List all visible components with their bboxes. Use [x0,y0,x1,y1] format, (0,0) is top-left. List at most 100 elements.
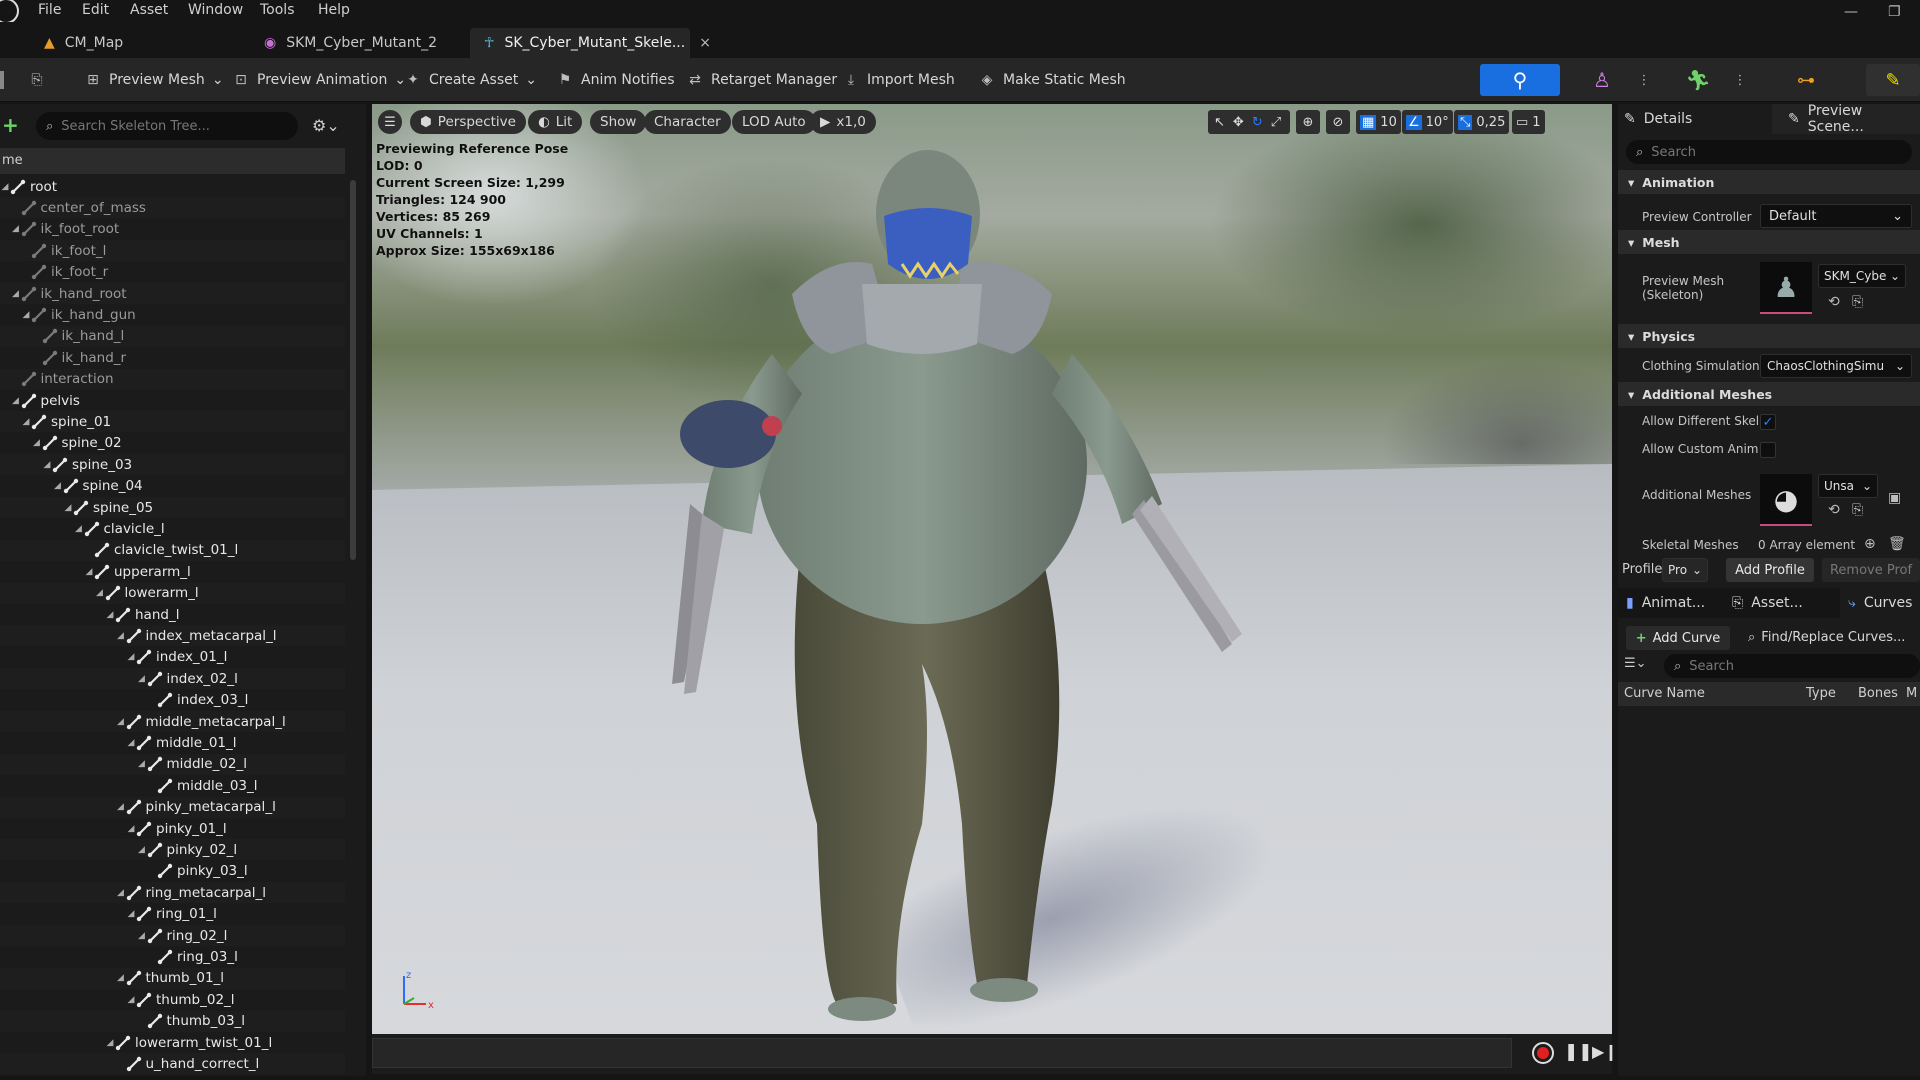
mesh-mode-button[interactable]: ♙ [1580,64,1624,96]
move-icon[interactable]: ✥ [1233,115,1244,130]
lit-button[interactable]: ◐ Lit [528,110,583,134]
expand-arrow-icon[interactable]: ◢ [116,631,126,641]
rotate-icon[interactable]: ↻ [1252,115,1263,130]
profile-dropdown[interactable]: Pro ⌄ [1662,558,1708,582]
expand-arrow-icon[interactable]: ◢ [95,588,105,598]
tab-skm-cyber-mutant[interactable]: ◉ SKM_Cyber_Mutant_2 [250,28,453,58]
bone-row[interactable]: ◢ ik_hand_root [0,283,345,304]
bone-row[interactable]: ◢ root [0,176,345,197]
browse-icon[interactable]: ⎘ [28,68,46,92]
expand-arrow-icon[interactable]: ◢ [74,524,84,534]
expand-arrow-icon[interactable]: ◢ [11,396,21,406]
bone-row[interactable]: ◢ hand_l [0,604,345,625]
bone-row[interactable]: ◢ index_02_l [0,668,345,690]
surface-snap-icon[interactable]: ⊘ [1326,110,1350,134]
category-mesh[interactable]: ▾ Mesh [1618,230,1920,254]
expand-arrow-icon[interactable]: ◢ [0,182,10,192]
perspective-button[interactable]: ⬢ Perspective [410,110,526,134]
tab-asset-details[interactable]: ⎘ Asset... [1732,588,1803,618]
preview-viewport[interactable]: ☰ ⬢ Perspective ◐ Lit Show Character LOD A… [372,104,1612,1034]
category-physics[interactable]: ▾ Physics [1618,324,1920,348]
use-selected-icon[interactable]: ⟲ [1828,502,1840,518]
add-element-icon[interactable]: ⊕ [1864,536,1876,552]
timeline-track[interactable] [372,1038,1512,1068]
show-button[interactable]: Show [590,110,647,134]
expand-arrow-icon[interactable]: ◢ [84,567,94,577]
bone-row[interactable]: ◢ spine_02 [0,433,345,454]
expand-arrow-icon[interactable]: ◢ [105,610,115,620]
animation-mode-options-icon[interactable]: ⋮ [1730,64,1750,96]
tab-skeleton[interactable]: ☥ SK_Cyber_Mutant_Skele... × [470,28,711,58]
pause-icon[interactable]: ❚❚ [1564,1042,1593,1062]
coord-space-icon[interactable]: ⊕ [1296,110,1320,134]
menu-edit[interactable]: Edit [82,2,109,18]
bone-row[interactable]: middle_03_l [0,775,345,796]
minimize-icon[interactable]: — [1844,4,1858,20]
skeleton-mode-button[interactable]: ⚲ [1480,64,1560,96]
bone-row[interactable]: thumb_03_l [0,1010,345,1032]
expand-arrow-icon[interactable]: ◢ [116,973,126,983]
bone-row[interactable]: ◢ ring_01_l [0,904,345,925]
unreal-logo-icon[interactable] [0,0,19,22]
bone-row[interactable]: ◢ middle_01_l [0,732,345,753]
mesh-mode-options-icon[interactable]: ⋮ [1634,64,1654,96]
tab-curves[interactable]: ⤷ Curves [1848,588,1912,618]
details-search[interactable]: ⌕ Search [1626,140,1912,164]
bone-row[interactable]: ◢ pinky_01_l [0,818,345,839]
tab-animation-curves[interactable]: ▮ Animat... [1626,588,1705,618]
anim-notifies-button[interactable]: ⚑ Anim Notifies [556,68,675,92]
scale-snap-button[interactable]: ⤡ 0,25 [1454,110,1510,134]
restore-icon[interactable]: ❐ [1888,4,1901,20]
bone-row[interactable]: ◢ middle_02_l [0,753,345,775]
character-button[interactable]: Character [644,110,731,134]
bone-row[interactable]: center_of_mass [0,197,345,219]
category-additional-meshes[interactable]: ▾ Additional Meshes [1618,382,1920,406]
clothing-simulation-dropdown[interactable]: ChaosClothingSimu ⌄ [1760,354,1912,378]
tab-details[interactable]: ✎ Details [1624,104,1692,134]
allow-custom-anim-checkbox[interactable] [1760,442,1776,458]
add-curve-button[interactable]: + Add Curve [1626,626,1730,650]
camera-speed-button[interactable]: ▭ 1 [1512,110,1545,134]
preview-mesh-button[interactable]: ⊞ Preview Mesh ⌄ [84,68,223,92]
lod-button[interactable]: LOD Auto [732,110,816,134]
expand-arrow-icon[interactable]: ◢ [126,652,136,662]
expand-arrow-icon[interactable]: ◢ [63,503,73,513]
expand-arrow-icon[interactable]: ◢ [137,845,147,855]
allow-different-skeletons-checkbox[interactable]: ✓ [1760,414,1776,430]
expand-arrow-icon[interactable]: ◢ [32,438,42,448]
column-m[interactable]: M [1906,686,1917,701]
remove-profile-button[interactable]: Remove Prof [1822,558,1920,582]
play-speed-button[interactable]: ▶ x1,0 [810,110,876,134]
bone-row[interactable]: ◢ middle_metacarpal_l [0,711,345,732]
grid-snap-button[interactable]: ▦ 10 [1356,110,1401,134]
additional-meshes-dropdown[interactable]: Unsa ⌄ [1818,474,1878,498]
preview-controller-dropdown[interactable]: Default ⌄ [1760,204,1912,228]
bone-row[interactable]: ◢ spine_01 [0,411,345,433]
expand-arrow-icon[interactable]: ◢ [11,289,21,299]
character-mesh[interactable] [632,104,1252,1024]
use-selected-icon[interactable]: ⟲ [1828,294,1840,310]
step-forward-icon[interactable]: ▶❙ [1592,1042,1618,1061]
expand-arrow-icon[interactable]: ◢ [126,738,136,748]
expand-arrow-icon[interactable]: ◢ [126,824,136,834]
bone-row[interactable]: ◢ ring_metacarpal_l [0,882,345,904]
bone-row[interactable]: ◢ clavicle_l [0,518,345,539]
bone-row[interactable]: ◢ pelvis [0,390,345,411]
column-curve-name[interactable]: Curve Name [1624,686,1705,701]
bone-row[interactable]: ◢ ik_hand_gun [0,304,345,325]
curves-search[interactable]: ⌕ Search [1664,654,1920,678]
expand-arrow-icon[interactable]: ◢ [137,674,147,684]
filter-icon[interactable]: ☰⌄ [1624,656,1647,671]
preview-mesh-dropdown[interactable]: SKM_Cybe ⌄ [1818,264,1906,288]
save-icon[interactable] [0,68,4,92]
save-icon[interactable]: ▣ [1888,490,1901,506]
tab-cm-map[interactable]: ▲ CM_Map [30,28,139,58]
make-static-mesh-button[interactable]: ◈ Make Static Mesh [978,68,1126,92]
bone-row[interactable]: u_hand_correct_l [0,1053,345,1075]
bone-row[interactable]: ik_foot_l [0,240,345,262]
skeleton-tree-search[interactable]: ⌕ Search Skeleton Tree... [36,112,298,140]
record-button[interactable] [1532,1042,1554,1064]
settings-gear-icon[interactable]: ⚙⌄ [312,116,340,135]
bone-row[interactable]: ◢ thumb_02_l [0,989,345,1010]
tree-scrollbar[interactable] [350,180,356,560]
